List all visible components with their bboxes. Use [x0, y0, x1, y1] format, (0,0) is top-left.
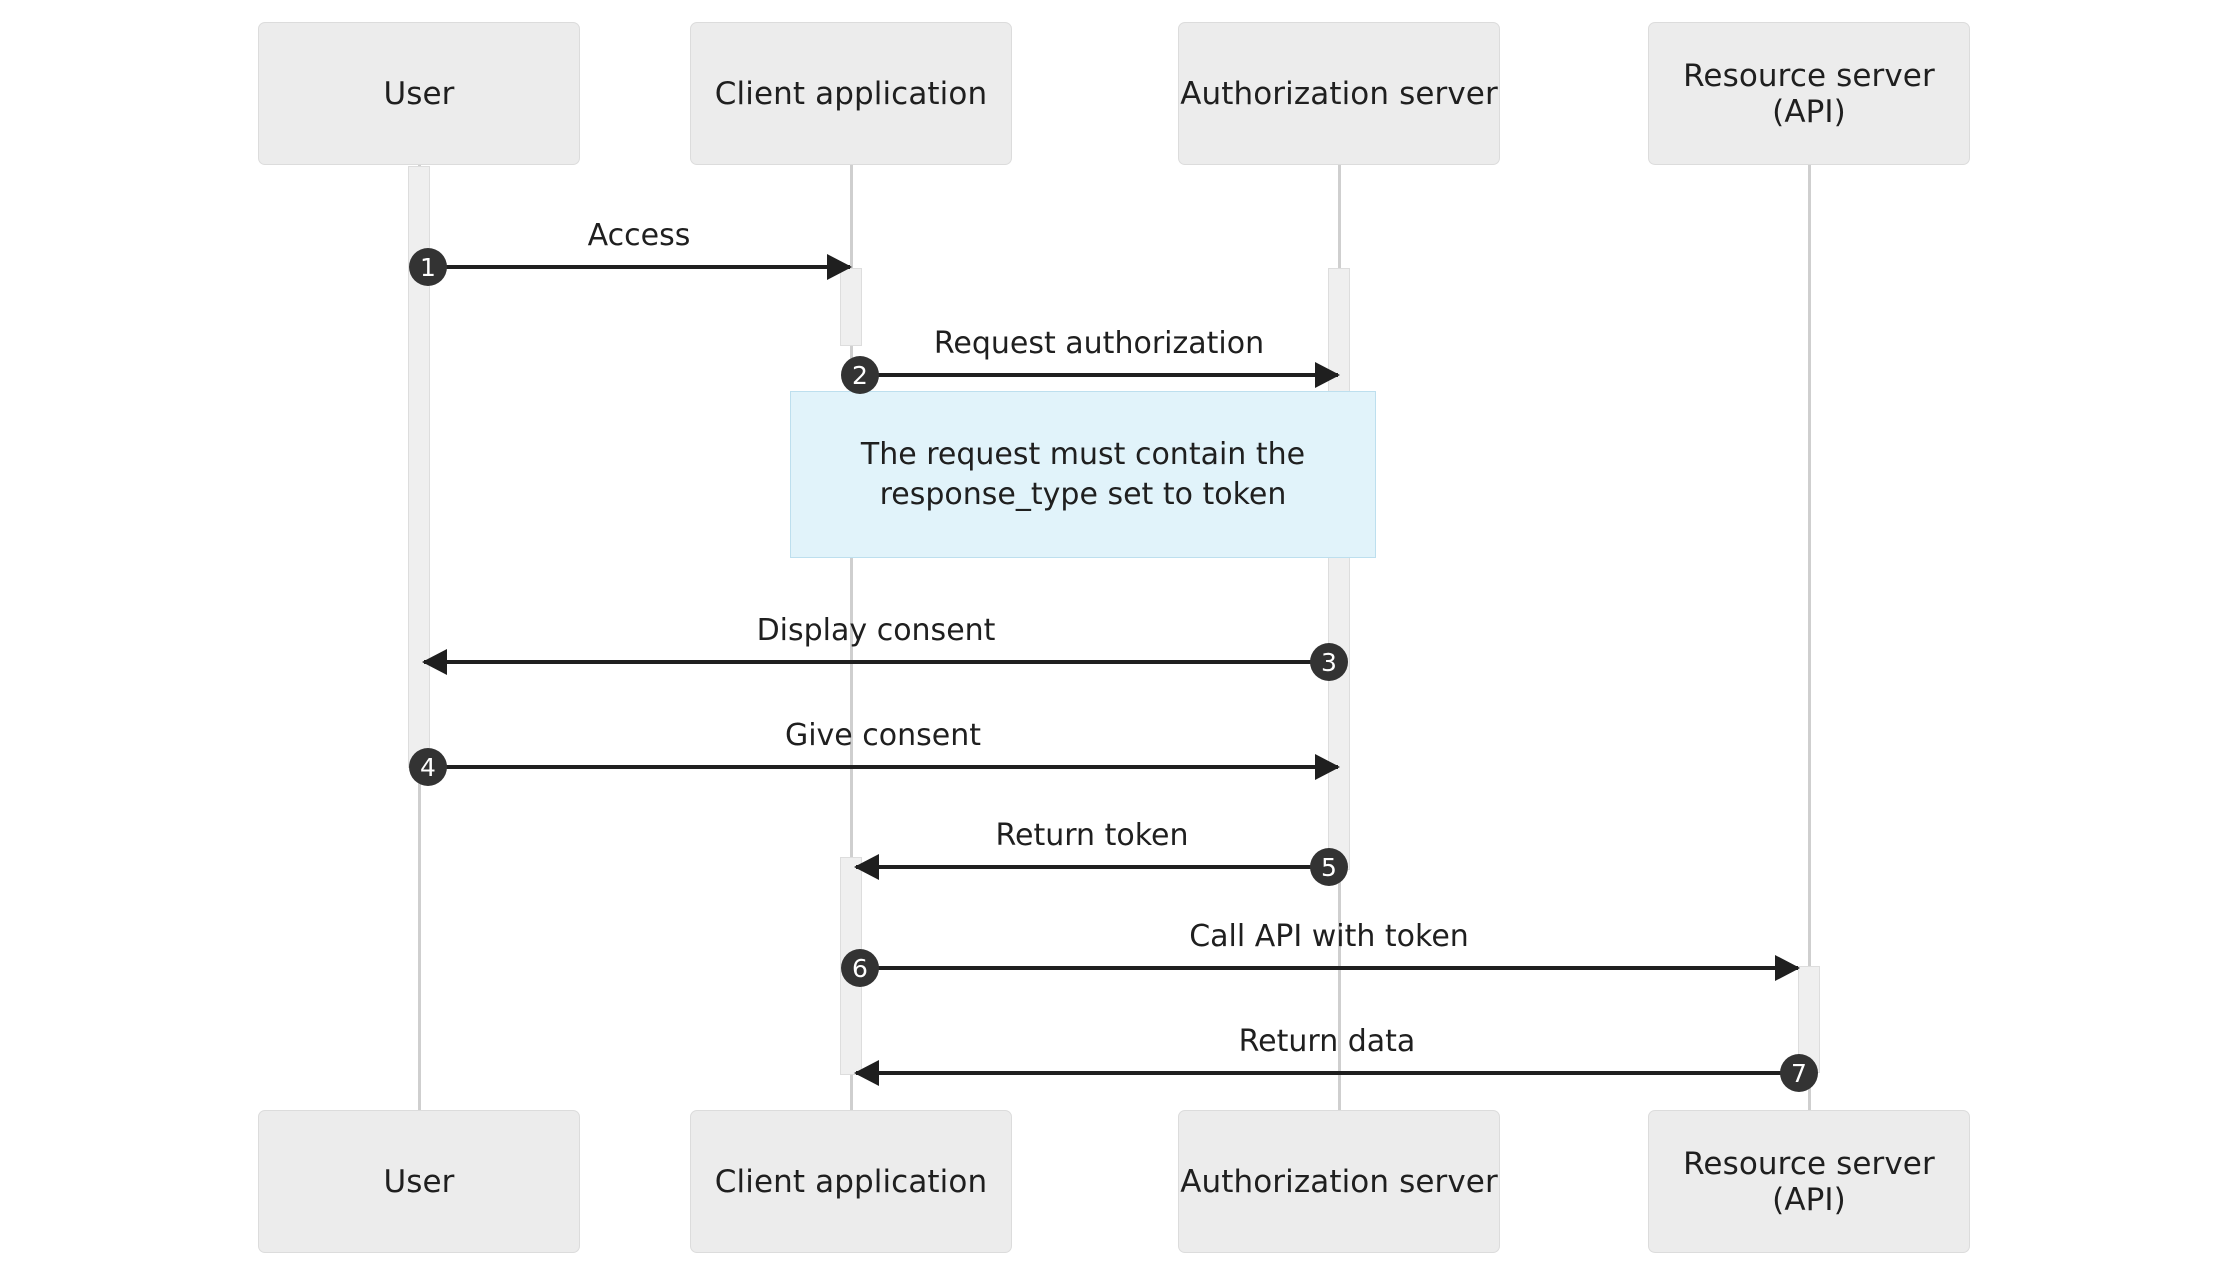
- arrowhead-right-icon: [1775, 955, 1800, 981]
- sequence-badge-4: 4: [409, 748, 447, 786]
- sequence-badge-7: 7: [1780, 1054, 1818, 1092]
- message-line: [856, 865, 1328, 869]
- sequence-badge-3: 3: [1310, 643, 1348, 681]
- participant-box-top-resource[interactable]: Resource server (API): [1648, 22, 1970, 165]
- message-line: [428, 765, 1338, 769]
- arrowhead-left-icon: [422, 649, 447, 675]
- sequence-badge-6: 6: [841, 949, 879, 987]
- message-label: Request authorization: [933, 326, 1265, 361]
- sequence-number: 6: [852, 953, 868, 983]
- message-line: [860, 966, 1798, 970]
- message-line: [428, 265, 850, 269]
- sequence-number: 2: [852, 360, 868, 390]
- sequence-badge-5: 5: [1310, 848, 1348, 886]
- participant-box-top-user[interactable]: User: [258, 22, 580, 165]
- participant-box-top-authz[interactable]: Authorization server: [1178, 22, 1500, 165]
- sequence-badge-1: 1: [409, 248, 447, 286]
- message-label: Display consent: [756, 613, 996, 648]
- sequence-number: 7: [1791, 1058, 1807, 1088]
- sequence-number: 5: [1321, 852, 1337, 882]
- sequence-badge-2: 2: [841, 356, 879, 394]
- arrowhead-left-icon: [854, 1060, 879, 1086]
- participant-box-bottom-client[interactable]: Client application: [690, 1110, 1012, 1253]
- arrowhead-right-icon: [1315, 754, 1340, 780]
- message-label: Access: [587, 218, 691, 253]
- message-label: Return data: [1238, 1024, 1416, 1059]
- participant-label: User: [383, 75, 455, 112]
- note-response-type: The request must contain the response_ty…: [790, 391, 1376, 558]
- participant-label: Client application: [714, 75, 988, 112]
- participant-label: Authorization server: [1180, 1163, 1498, 1200]
- note-text: The request must contain the response_ty…: [860, 436, 1306, 512]
- message-line: [856, 1071, 1798, 1075]
- message-line: [860, 373, 1338, 377]
- sequence-diagram: User Client application Authorization se…: [0, 0, 2230, 1277]
- participant-box-bottom-resource[interactable]: Resource server (API): [1648, 1110, 1970, 1253]
- participant-box-bottom-user[interactable]: User: [258, 1110, 580, 1253]
- sequence-number: 1: [420, 252, 436, 282]
- participant-label: Resource server (API): [1683, 57, 1935, 130]
- sequence-number: 4: [420, 752, 436, 782]
- participant-label: User: [383, 1163, 455, 1200]
- arrowhead-right-icon: [1315, 362, 1340, 388]
- message-line: [424, 660, 1328, 664]
- arrowhead-left-icon: [854, 854, 879, 880]
- message-label: Return token: [995, 818, 1189, 853]
- arrowhead-right-icon: [827, 254, 852, 280]
- participant-label: Authorization server: [1180, 75, 1498, 112]
- sequence-number: 3: [1321, 647, 1337, 677]
- participant-label: Client application: [714, 1163, 988, 1200]
- participant-box-bottom-authz[interactable]: Authorization server: [1178, 1110, 1500, 1253]
- participant-box-top-client[interactable]: Client application: [690, 22, 1012, 165]
- participant-label: Resource server (API): [1683, 1145, 1935, 1218]
- message-label: Give consent: [784, 718, 982, 753]
- message-label: Call API with token: [1189, 919, 1469, 954]
